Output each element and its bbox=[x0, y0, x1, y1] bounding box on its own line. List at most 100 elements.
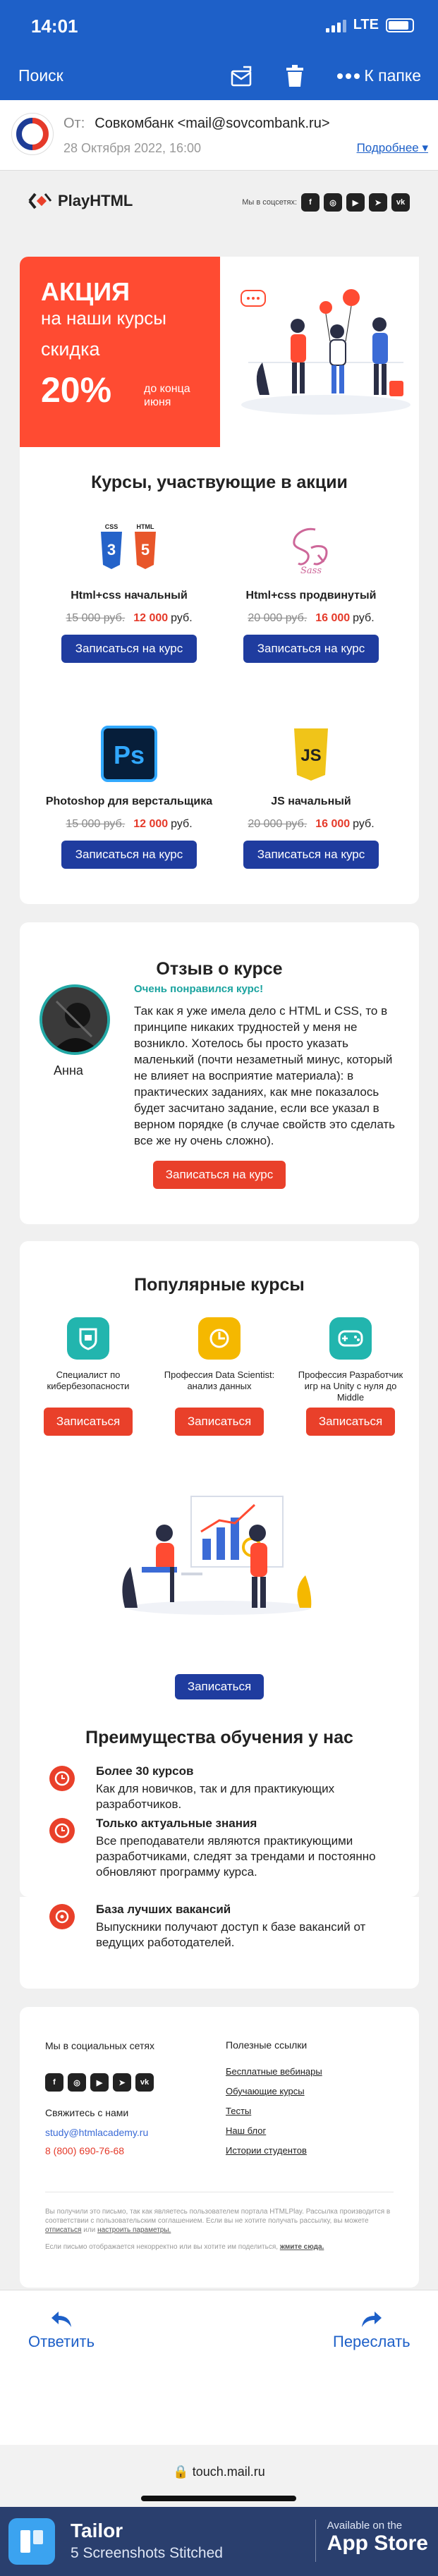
old-price: 15 000 руб. bbox=[66, 612, 126, 624]
enroll-button[interactable]: Записаться bbox=[305, 1408, 396, 1436]
youtube-icon[interactable]: ▶ bbox=[90, 2073, 109, 2092]
brand-logo-icon bbox=[28, 193, 52, 209]
advantage-text: Все преподаватели являются практикующими… bbox=[96, 1834, 376, 1879]
browser-url-bar[interactable]: 🔒 touch.mail.ru bbox=[0, 2445, 438, 2507]
legal-text-or: или bbox=[83, 2226, 96, 2234]
enroll-main-button[interactable]: Записаться bbox=[174, 1674, 264, 1699]
footer-social-icons: f ◎ ▶ ➤ vk bbox=[45, 2073, 154, 2092]
facebook-icon[interactable]: f bbox=[45, 2073, 63, 2092]
legal-text: Вы получили это письмо, так как являетес… bbox=[45, 2208, 391, 2225]
course-name: JS начальный bbox=[271, 795, 351, 807]
footer-email-link[interactable]: study@htmlacademy.ru bbox=[45, 2127, 148, 2138]
popular-card: Популярные курсы Специалист по кибербезо… bbox=[20, 1241, 419, 1897]
to-folder-button[interactable]: К папке bbox=[364, 66, 421, 85]
footer-links-title: Полезные ссылки bbox=[226, 2039, 308, 2051]
unsubscribe-link[interactable]: отписаться bbox=[45, 2226, 81, 2234]
advantage-title: Только актуальные знания bbox=[96, 1817, 257, 1830]
enroll-course-button[interactable]: Записаться на курс bbox=[61, 841, 197, 869]
review-author: Анна bbox=[54, 1063, 83, 1078]
enroll-course-button[interactable]: Записаться на курс bbox=[61, 635, 197, 663]
promo-banner-text: АКЦИЯ на наши курсы скидка 20% до конца … bbox=[20, 257, 220, 447]
forward-button[interactable]: Переслать bbox=[333, 2310, 410, 2351]
footer-link[interactable]: Наш блог bbox=[226, 2125, 322, 2136]
search-back-button[interactable]: Поиск bbox=[18, 66, 63, 85]
instagram-icon[interactable]: ◎ bbox=[324, 193, 342, 212]
footer-legal: Вы получили это письмо, так как являетес… bbox=[45, 2207, 394, 2235]
enroll-button[interactable]: Записаться bbox=[174, 1408, 264, 1436]
footer-link[interactable]: Истории студентов bbox=[226, 2145, 322, 2156]
url-value: touch.mail.ru bbox=[192, 2465, 265, 2479]
course-price: 15 000 руб. 12 000 руб. bbox=[41, 612, 217, 625]
instagram-icon[interactable]: ◎ bbox=[68, 2073, 86, 2092]
popular-main-button-wrap: Записаться bbox=[20, 1674, 419, 1699]
popular-course: Специалист по кибербезопасности Записать… bbox=[28, 1317, 148, 1436]
brand-row: PlayHTML Мы в соцсетях: f ◎ ▶ ➤ vk bbox=[28, 192, 410, 220]
legal-text-2: Если письмо отображается некорректно или… bbox=[45, 2243, 279, 2251]
gamepad-icon bbox=[329, 1317, 372, 1360]
app-store-badge[interactable]: Available on the App Store bbox=[315, 2520, 428, 2562]
banner-discount-label: скидка bbox=[41, 338, 100, 360]
course-price: 20 000 руб. 16 000 руб. bbox=[223, 612, 399, 625]
facebook-icon[interactable]: f bbox=[301, 193, 320, 212]
footer-link[interactable]: Тесты bbox=[226, 2106, 322, 2116]
sender-line: От: Совкомбанк <mail@sovcombank.ru> bbox=[63, 116, 330, 132]
ad-title: Tailor bbox=[71, 2520, 123, 2541]
clock-icon bbox=[49, 1766, 75, 1791]
settings-link[interactable]: настроить параметры. bbox=[97, 2226, 171, 2234]
mail-date: 28 Октября 2022, 16:00 bbox=[63, 141, 202, 155]
reply-button[interactable]: Ответить bbox=[28, 2310, 95, 2351]
telegram-icon[interactable]: ➤ bbox=[113, 2073, 131, 2092]
url-text: 🔒 touch.mail.ru bbox=[173, 2465, 265, 2479]
review-text: Так как я уже имела дело с HTML и CSS, т… bbox=[134, 1004, 396, 1147]
youtube-icon[interactable]: ▶ bbox=[346, 193, 365, 212]
status-time: 14:01 bbox=[31, 16, 78, 37]
svg-text:3: 3 bbox=[107, 541, 116, 558]
promo-illustration bbox=[220, 257, 419, 447]
currency: руб. bbox=[171, 818, 193, 830]
sender-name[interactable]: Совкомбанк <mail@sovcombank.ru> bbox=[95, 116, 329, 131]
review-card: Отзыв о курсе Анна Очень понравился курс… bbox=[20, 922, 419, 1224]
signal-icon bbox=[325, 18, 346, 32]
footer-phone-link[interactable]: 8 (800) 690-76-68 bbox=[45, 2145, 124, 2156]
svg-text:Ps: Ps bbox=[114, 740, 145, 769]
vk-icon[interactable]: vk bbox=[135, 2073, 154, 2092]
enroll-button[interactable]: Записаться bbox=[43, 1408, 133, 1436]
svg-text:Sass: Sass bbox=[300, 566, 322, 576]
view-online-link[interactable]: жмите сюда. bbox=[280, 2243, 324, 2251]
more-icon[interactable] bbox=[334, 62, 363, 90]
html-css-icon: CSS 3 HTML 5 bbox=[41, 516, 217, 580]
battery-icon bbox=[386, 18, 414, 32]
trash-icon[interactable] bbox=[281, 62, 309, 90]
course-card: CSS 3 HTML 5 Html+css начальный 15 000 руб.… bbox=[41, 516, 217, 663]
details-link[interactable]: Подробнее ▾ bbox=[357, 141, 428, 155]
enroll-course-button[interactable]: Записаться на курс bbox=[243, 841, 379, 869]
forward-label: Переслать bbox=[333, 2333, 410, 2350]
enroll-course-button[interactable]: Записаться на курс bbox=[243, 635, 379, 663]
telegram-icon[interactable]: ➤ bbox=[369, 193, 387, 212]
promo-banner[interactable]: АКЦИЯ на наши курсы скидка 20% до конца … bbox=[20, 257, 419, 447]
ad-banner[interactable]: Tailor 5 Screenshots Stitched Available … bbox=[0, 2507, 438, 2576]
footer-contact-title: Свяжитесь с нами bbox=[45, 2107, 129, 2118]
app-store-big: App Store bbox=[327, 2532, 428, 2555]
target-icon bbox=[49, 1904, 75, 1929]
footer-link[interactable]: Бесплатные вебинары bbox=[226, 2066, 322, 2077]
svg-text:HTML: HTML bbox=[137, 523, 154, 530]
sass-icon: Sass bbox=[223, 516, 399, 580]
sender-logo-icon bbox=[11, 113, 54, 155]
learning-illustration bbox=[114, 1489, 325, 1616]
review-title: Отзыв о курсе bbox=[156, 959, 283, 979]
mail-reply-icon[interactable] bbox=[227, 62, 255, 90]
ad-subtitle: 5 Screenshots Stitched bbox=[71, 2545, 223, 2561]
enroll-course-button[interactable]: Записаться на курс bbox=[152, 1161, 286, 1189]
footer-links: Полезные ссылки Бесплатные вебинары Обуч… bbox=[226, 2039, 322, 2165]
svg-text:JS: JS bbox=[300, 746, 321, 765]
currency: руб. bbox=[171, 612, 193, 624]
app-store-small: Available on the bbox=[327, 2520, 403, 2532]
footer-link[interactable]: Обучающие курсы bbox=[226, 2086, 322, 2096]
course-name: Photoshop для верстальщика bbox=[45, 795, 213, 807]
vk-icon[interactable]: vk bbox=[391, 193, 410, 212]
sale-courses-title: Курсы, участвующие в акции bbox=[91, 472, 348, 492]
shield-icon bbox=[67, 1317, 109, 1360]
brand-logo[interactable]: PlayHTML bbox=[28, 192, 133, 210]
advantage-title: Более 30 курсов bbox=[96, 1764, 194, 1778]
